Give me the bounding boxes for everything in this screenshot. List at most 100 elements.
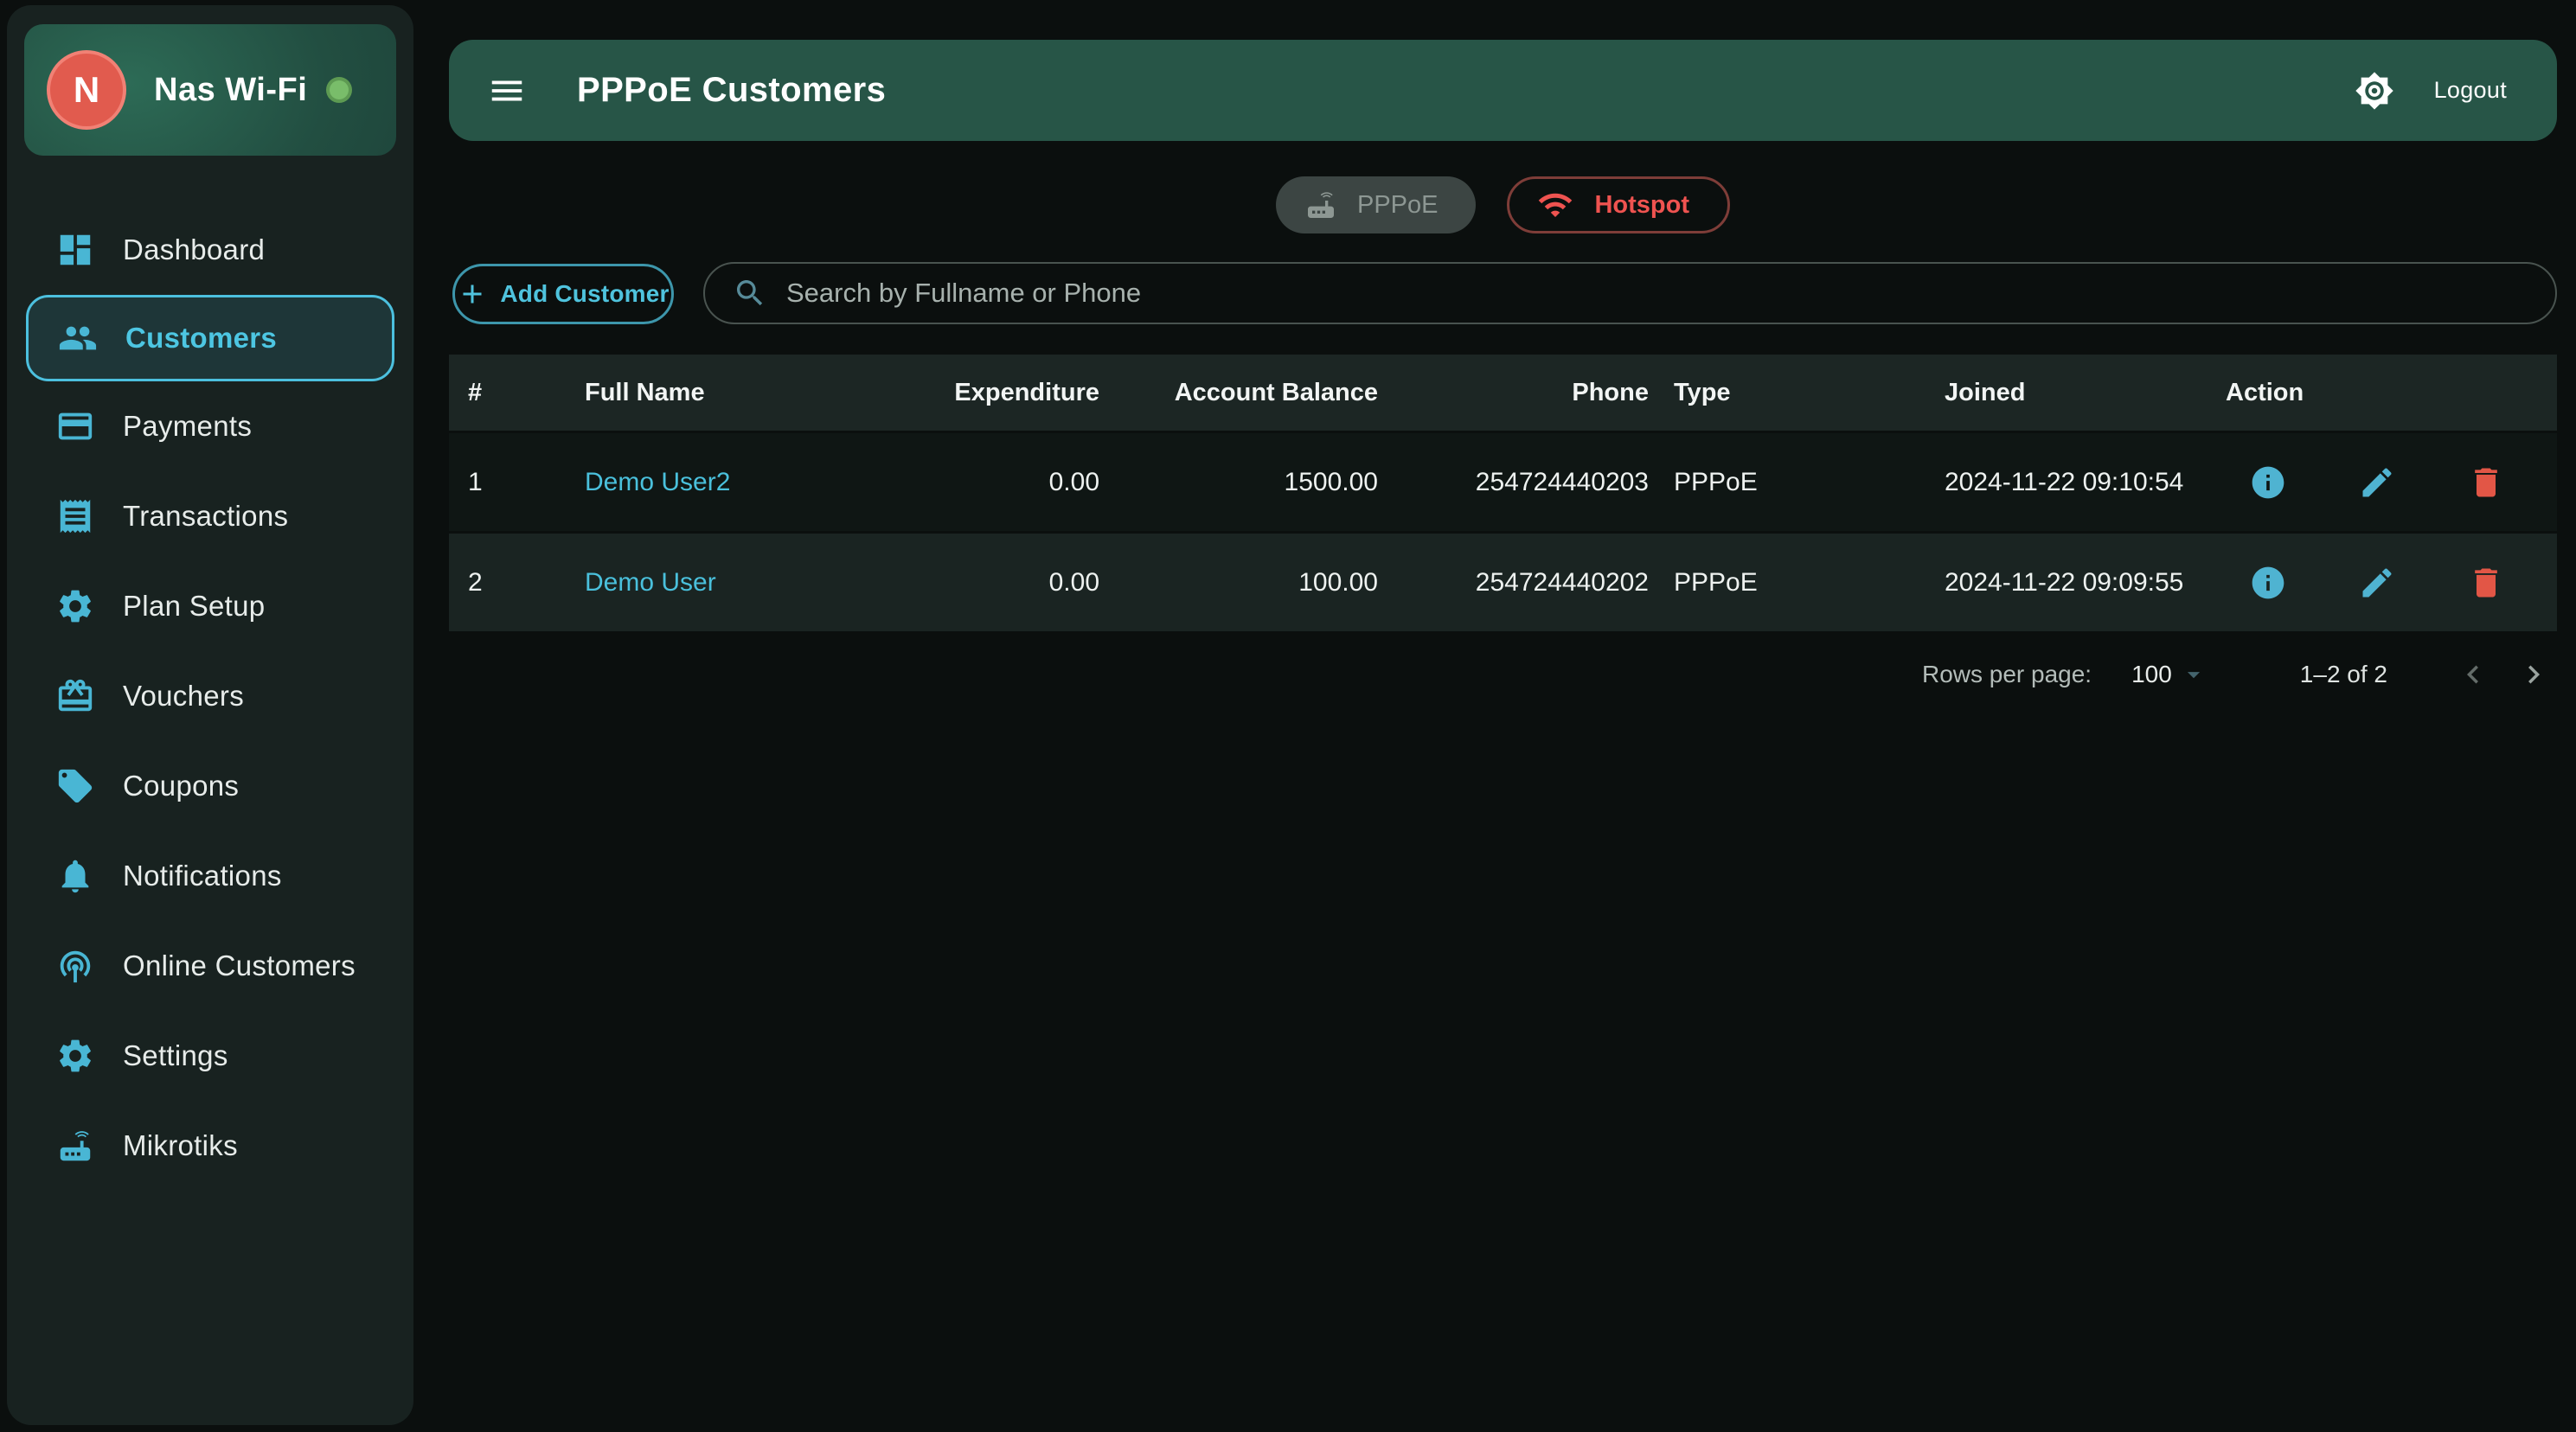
row-expenditure: 0.00	[865, 568, 1099, 598]
sidebar-item-label: Notifications	[123, 860, 282, 892]
people-icon	[58, 318, 98, 358]
table-pagination: Rows per page: 100 1–2 of 2	[1922, 644, 2552, 705]
row-type: PPPoE	[1649, 468, 1916, 497]
edit-icon[interactable]	[2358, 564, 2396, 602]
info-icon[interactable]	[2249, 463, 2287, 502]
pppoe-filter-label: PPPoE	[1357, 191, 1439, 220]
column-header-expenditure: Expenditure	[865, 379, 1099, 407]
sidebar-item-dashboard[interactable]: Dashboard	[26, 205, 394, 295]
sidebar-item-plan-setup[interactable]: Plan Setup	[26, 561, 394, 651]
chevron-down-icon	[2179, 660, 2208, 689]
topbar-actions: Logout	[2355, 71, 2507, 111]
column-header-full-name: Full Name	[585, 379, 865, 407]
router-icon	[55, 1126, 95, 1166]
column-header-phone: Phone	[1378, 379, 1649, 407]
sidebar-item-vouchers[interactable]: Vouchers	[26, 651, 394, 741]
brightness-settings-icon[interactable]	[2355, 71, 2394, 111]
delete-icon[interactable]	[2467, 463, 2505, 502]
customers-table: # Full Name Expenditure Account Balance …	[449, 355, 2557, 631]
sidebar-item-label: Settings	[123, 1039, 228, 1072]
gear-icon	[55, 1036, 95, 1076]
table-header-row: # Full Name Expenditure Account Balance …	[449, 355, 2557, 431]
table-row: 2 Demo User 0.00 100.00 254724440202 PPP…	[449, 534, 2557, 631]
brand-name: Nas Wi-Fi	[154, 72, 307, 109]
hotspot-filter-label: Hotspot	[1594, 191, 1689, 220]
row-joined: 2024-11-22 09:10:54	[1916, 468, 2197, 497]
search-input[interactable]	[786, 278, 2529, 309]
wifi-icon	[1537, 187, 1573, 223]
row-phone: 254724440203	[1378, 468, 1649, 497]
avatar: N	[47, 50, 126, 130]
row-type: PPPoE	[1649, 568, 1916, 598]
customer-name-link[interactable]: Demo User2	[585, 468, 730, 496]
sidebar-item-online-customers[interactable]: Online Customers	[26, 921, 394, 1011]
column-header-action: Action	[2197, 379, 2557, 407]
dashboard-icon	[55, 230, 95, 270]
avatar-initial: N	[74, 69, 99, 111]
sidebar-item-label: Coupons	[123, 770, 239, 802]
receipt-icon	[55, 496, 95, 536]
sidebar: N Nas Wi-Fi Dashboard Customers Payments…	[7, 5, 413, 1425]
info-icon[interactable]	[2249, 564, 2287, 602]
add-customer-label: Add Customer	[500, 280, 669, 308]
edit-icon[interactable]	[2358, 463, 2396, 502]
sidebar-item-label: Customers	[125, 322, 277, 355]
plus-icon	[457, 278, 488, 310]
sidebar-item-label: Payments	[123, 410, 252, 443]
sidebar-item-customers[interactable]: Customers	[26, 295, 394, 381]
type-filter-row: PPPoE Hotspot	[449, 176, 2557, 233]
row-expenditure: 0.00	[865, 468, 1099, 497]
router-icon	[1304, 188, 1338, 222]
sidebar-item-label: Dashboard	[123, 233, 265, 266]
pppoe-filter-button[interactable]: PPPoE	[1276, 176, 1477, 233]
column-header-account-balance: Account Balance	[1099, 379, 1378, 407]
app-root: N Nas Wi-Fi Dashboard Customers Payments…	[0, 0, 2576, 1432]
tag-icon	[55, 766, 95, 806]
row-actions	[2197, 463, 2557, 502]
bell-icon	[55, 856, 95, 896]
sidebar-item-notifications[interactable]: Notifications	[26, 831, 394, 921]
column-header-index: #	[449, 379, 585, 407]
topbar: PPPoE Customers Logout	[449, 40, 2557, 141]
search-icon	[733, 276, 767, 310]
row-account-balance: 100.00	[1099, 568, 1378, 598]
row-index: 1	[449, 468, 585, 497]
delete-icon[interactable]	[2467, 564, 2505, 602]
sidebar-item-label: Online Customers	[123, 949, 356, 982]
hotspot-filter-button[interactable]: Hotspot	[1507, 176, 1730, 233]
column-header-type: Type	[1649, 379, 1916, 407]
sidebar-item-label: Vouchers	[123, 680, 244, 713]
menu-icon[interactable]	[487, 71, 527, 111]
sidebar-item-mikrotiks[interactable]: Mikrotiks	[26, 1101, 394, 1191]
next-page-button[interactable]	[2515, 656, 2552, 693]
sidebar-item-coupons[interactable]: Coupons	[26, 741, 394, 831]
search-bar	[703, 262, 2557, 324]
online-status-dot	[326, 77, 352, 103]
sidebar-item-payments[interactable]: Payments	[26, 381, 394, 471]
sidebar-item-label: Transactions	[123, 500, 288, 533]
add-customer-button[interactable]: Add Customer	[452, 264, 674, 324]
credit-card-icon	[55, 406, 95, 446]
brand-card: N Nas Wi-Fi	[24, 24, 396, 156]
sidebar-item-settings[interactable]: Settings	[26, 1011, 394, 1101]
sidebar-nav: Dashboard Customers Payments Transaction…	[7, 205, 413, 1191]
row-actions	[2197, 564, 2557, 602]
row-account-balance: 1500.00	[1099, 468, 1378, 497]
row-index: 2	[449, 568, 585, 598]
sidebar-item-label: Mikrotiks	[123, 1129, 238, 1162]
customer-name-link[interactable]: Demo User	[585, 568, 716, 597]
wifi-tethering-icon	[55, 946, 95, 986]
pagination-range: 1–2 of 2	[2300, 661, 2387, 688]
rows-per-page-value: 100	[2131, 661, 2172, 688]
column-header-joined: Joined	[1916, 379, 2197, 407]
table-row: 1 Demo User2 0.00 1500.00 254724440203 P…	[449, 433, 2557, 531]
page-title: PPPoE Customers	[577, 71, 886, 110]
previous-page-button[interactable]	[2455, 656, 2491, 693]
sidebar-item-transactions[interactable]: Transactions	[26, 471, 394, 561]
rows-per-page-label: Rows per page:	[1922, 661, 2092, 688]
gear-icon	[55, 586, 95, 626]
rows-per-page-select[interactable]: 100	[2131, 660, 2208, 689]
row-phone: 254724440202	[1378, 568, 1649, 598]
logout-button[interactable]: Logout	[2434, 77, 2507, 104]
gift-icon	[55, 676, 95, 716]
